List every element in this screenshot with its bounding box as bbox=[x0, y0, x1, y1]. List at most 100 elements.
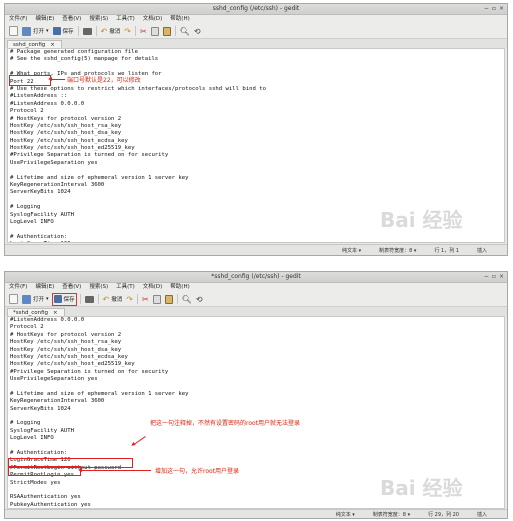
status-bar: 纯文本 ▾ 制表符宽度：8 ▾ 行 1，列 1 插入 bbox=[5, 244, 507, 255]
code-line[interactable]: ServerKeyBits 1024 bbox=[8, 189, 504, 196]
undo-button[interactable]: ↶ 撤消 bbox=[103, 294, 123, 305]
code-line[interactable]: #ListenAddress 0.0.0.0 bbox=[8, 317, 504, 324]
redo-icon: ↷ bbox=[126, 294, 133, 304]
menu-view[interactable]: 查看(V) bbox=[62, 15, 81, 24]
code-line[interactable]: HostKey /etc/ssh/ssh_host_ed25519_key bbox=[8, 145, 504, 152]
print-button[interactable] bbox=[84, 294, 94, 305]
code-line[interactable] bbox=[8, 384, 504, 391]
cut-button[interactable]: ✂ bbox=[142, 294, 149, 305]
watermark: Bai 经验 bbox=[380, 208, 463, 232]
code-line[interactable]: HostKey /etc/ssh/ssh_host_ed25519_key bbox=[8, 361, 504, 368]
code-line[interactable]: SyslogFacility AUTH bbox=[8, 428, 504, 435]
code-line[interactable]: UsePrivilegeSeparation yes bbox=[8, 376, 504, 383]
new-button[interactable] bbox=[9, 26, 18, 37]
menu-tools[interactable]: 工具(T) bbox=[116, 283, 135, 292]
tab-width-selector[interactable]: 制表符宽度：8 ▾ bbox=[379, 247, 416, 254]
code-line[interactable]: #Privilege Separation is turned on for s… bbox=[8, 369, 504, 376]
menu-help[interactable]: 帮助(H) bbox=[170, 283, 189, 292]
code-line[interactable]: # HostKeys for protocol version 2 bbox=[8, 116, 504, 123]
code-line[interactable]: HostKey /etc/ssh/ssh_host_dsa_key bbox=[8, 130, 504, 137]
code-line[interactable]: HostKey /etc/ssh/ssh_host_rsa_key bbox=[8, 123, 504, 130]
menu-file[interactable]: 文件(F) bbox=[9, 15, 27, 24]
code-line[interactable]: HostKey /etc/ssh/ssh_host_dsa_key bbox=[8, 347, 504, 354]
copy-icon bbox=[150, 26, 159, 36]
new-button[interactable] bbox=[9, 294, 18, 305]
paste-button[interactable] bbox=[164, 294, 173, 305]
code-line[interactable]: #Privilege Separation is turned on for s… bbox=[8, 152, 504, 159]
tab-width-selector[interactable]: 制表符宽度：8 ▾ bbox=[373, 511, 410, 518]
copy-button[interactable] bbox=[150, 26, 159, 37]
language-selector[interactable]: 纯文本 ▾ bbox=[336, 511, 355, 518]
code-line[interactable]: HostKey /etc/ssh/ssh_host_ecdsa_key bbox=[8, 138, 504, 145]
close-icon[interactable]: × bbox=[499, 273, 504, 280]
save-icon bbox=[52, 27, 61, 35]
maximize-icon[interactable]: ▫ bbox=[492, 273, 496, 280]
code-line[interactable]: # Use these options to restrict which in… bbox=[8, 86, 504, 93]
print-icon bbox=[82, 27, 92, 35]
code-line[interactable] bbox=[8, 64, 504, 71]
close-icon[interactable]: × bbox=[499, 5, 504, 12]
code-line[interactable]: #ListenAddress 0.0.0.0 bbox=[8, 101, 504, 108]
menu-tools[interactable]: 工具(T) bbox=[116, 15, 135, 24]
code-line[interactable]: HostKey /etc/ssh/ssh_host_ecdsa_key bbox=[8, 354, 504, 361]
code-line[interactable]: UsePrivilegeSeparation yes bbox=[8, 160, 504, 167]
redo-button[interactable]: ↷ bbox=[126, 294, 133, 305]
title-bar[interactable]: sshd_config (/etc/ssh) - gedit − ▫ × bbox=[5, 4, 507, 15]
menu-search[interactable]: 搜索(S) bbox=[89, 15, 108, 24]
code-line[interactable]: LoginGraceTime 120 bbox=[8, 241, 504, 242]
minimize-icon[interactable]: − bbox=[484, 273, 489, 280]
code-line[interactable]: PubkeyAuthentication yes bbox=[8, 502, 504, 508]
replace-button[interactable]: ⟲ bbox=[196, 294, 203, 305]
menu-file[interactable]: 文件(F) bbox=[9, 283, 27, 292]
undo-button[interactable]: ↶ 撤消 bbox=[101, 26, 121, 37]
menu-documents[interactable]: 文档(D) bbox=[143, 15, 163, 24]
code-line[interactable]: # Lifetime and size of ephemeral version… bbox=[8, 391, 504, 398]
code-line[interactable]: LoginGraceTime 120 bbox=[8, 457, 504, 464]
window-title: sshd_config (/etc/ssh) - gedit bbox=[212, 5, 300, 12]
open-button[interactable]: 打开 ▾ bbox=[22, 294, 49, 305]
folder-icon bbox=[22, 294, 31, 304]
save-button[interactable]: 保存 bbox=[51, 292, 77, 306]
paste-icon bbox=[162, 26, 171, 36]
menu-edit[interactable]: 编辑(E) bbox=[35, 15, 54, 24]
menu-search[interactable]: 搜索(S) bbox=[89, 283, 108, 292]
code-line[interactable]: HostKey /etc/ssh/ssh_host_rsa_key bbox=[8, 339, 504, 346]
code-line[interactable]: # HostKeys for protocol version 2 bbox=[8, 332, 504, 339]
language-selector[interactable]: 纯文本 ▾ bbox=[342, 247, 361, 254]
code-line[interactable] bbox=[8, 443, 504, 450]
redo-button[interactable]: ↷ bbox=[124, 26, 131, 37]
cut-icon: ✂ bbox=[139, 26, 147, 36]
copy-button[interactable] bbox=[152, 294, 161, 305]
code-line[interactable]: LogLevel INFO bbox=[8, 435, 504, 442]
maximize-icon[interactable]: ▫ bbox=[492, 5, 496, 12]
title-bar[interactable]: *sshd_config (/etc/ssh) - gedit − ▫ × bbox=[5, 272, 507, 283]
find-button[interactable]: 🔍︎ bbox=[180, 26, 190, 37]
code-line[interactable]: #ListenAddress :: bbox=[8, 93, 504, 100]
cut-button[interactable]: ✂ bbox=[140, 26, 147, 37]
menu-documents[interactable]: 文档(D) bbox=[143, 283, 163, 292]
code-line[interactable]: KeyRegenerationInterval 3600 bbox=[8, 182, 504, 189]
code-line[interactable]: # Package generated configuration file bbox=[8, 49, 504, 56]
code-line[interactable]: # See the sshd_config(5) manpage for det… bbox=[8, 56, 504, 63]
paste-button[interactable] bbox=[162, 26, 171, 37]
code-line[interactable]: Protocol 2 bbox=[8, 324, 504, 331]
code-line[interactable]: Protocol 2 bbox=[8, 108, 504, 115]
menu-help[interactable]: 帮助(H) bbox=[170, 15, 189, 24]
menu-bar: 文件(F) 编辑(E) 查看(V) 搜索(S) 工具(T) 文档(D) 帮助(H… bbox=[5, 15, 507, 24]
minimize-icon[interactable]: − bbox=[484, 5, 489, 12]
code-line[interactable]: KeyRegenerationInterval 3600 bbox=[8, 398, 504, 405]
menu-view[interactable]: 查看(V) bbox=[62, 283, 81, 292]
code-line[interactable]: # Authentication: bbox=[8, 234, 504, 241]
replace-button[interactable]: ⟲ bbox=[194, 26, 201, 37]
code-line[interactable] bbox=[8, 167, 504, 174]
save-button[interactable]: 保存 bbox=[52, 26, 74, 37]
find-button[interactable]: 🔍︎ bbox=[182, 294, 192, 305]
open-button[interactable]: 打开 ▾ bbox=[22, 26, 49, 37]
new-document-icon bbox=[9, 294, 18, 304]
print-button[interactable] bbox=[82, 26, 92, 37]
code-line[interactable]: # Authentication: bbox=[8, 450, 504, 457]
menu-bar: 文件(F) 编辑(E) 查看(V) 搜索(S) 工具(T) 文档(D) 帮助(H… bbox=[5, 283, 507, 292]
code-line[interactable]: # Lifetime and size of ephemeral version… bbox=[8, 175, 504, 182]
code-line[interactable]: ServerKeyBits 1024 bbox=[8, 406, 504, 413]
menu-edit[interactable]: 编辑(E) bbox=[35, 283, 54, 292]
